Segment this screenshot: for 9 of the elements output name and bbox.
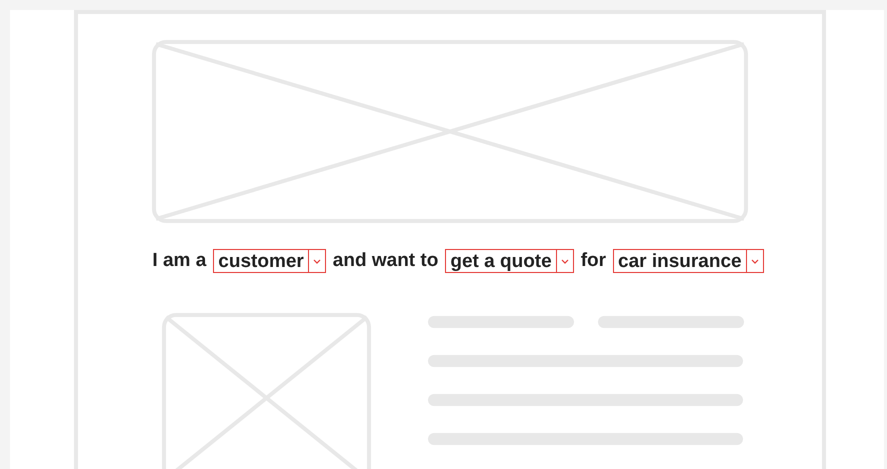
dropdown[interactable]: car insurance: [613, 249, 764, 274]
chevron-down-icon: [560, 258, 569, 264]
dropdown[interactable]: get a quote: [445, 249, 574, 274]
sentence-text: and want to: [332, 249, 438, 273]
chevron-down-icon: [312, 258, 321, 264]
sentence-text: I am a: [152, 249, 206, 273]
sentence-text: for: [580, 249, 606, 273]
chevron-down-icon: [750, 258, 759, 264]
dropdown[interactable]: customer: [213, 249, 326, 274]
